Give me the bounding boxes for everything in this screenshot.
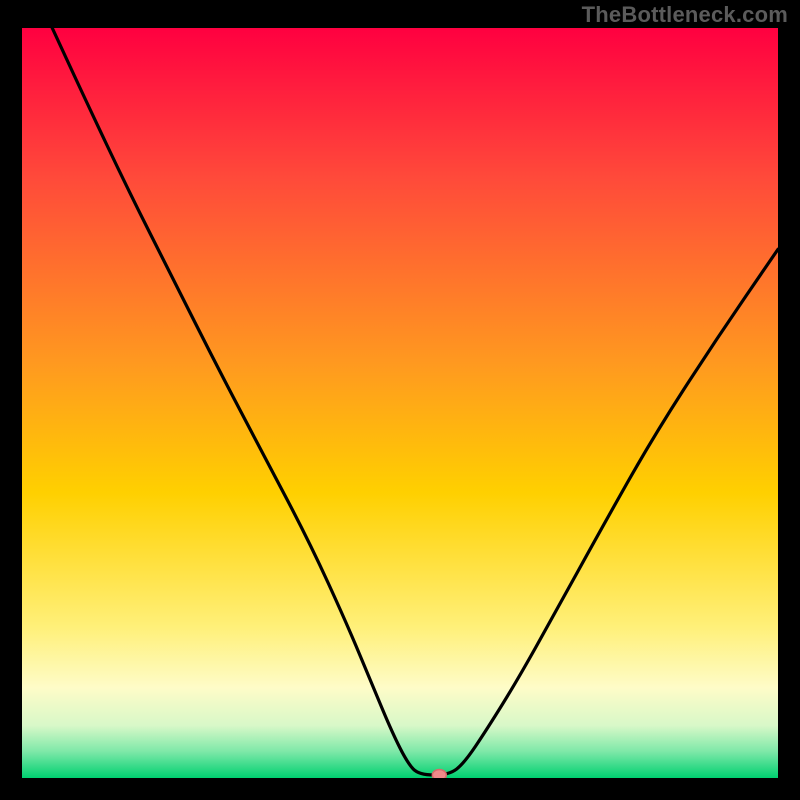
- chart-frame: TheBottleneck.com: [0, 0, 800, 800]
- plot-area: [22, 28, 778, 778]
- optimum-marker: [432, 770, 446, 779]
- gradient-background: [22, 28, 778, 778]
- chart-svg: [22, 28, 778, 778]
- watermark-text: TheBottleneck.com: [582, 2, 788, 28]
